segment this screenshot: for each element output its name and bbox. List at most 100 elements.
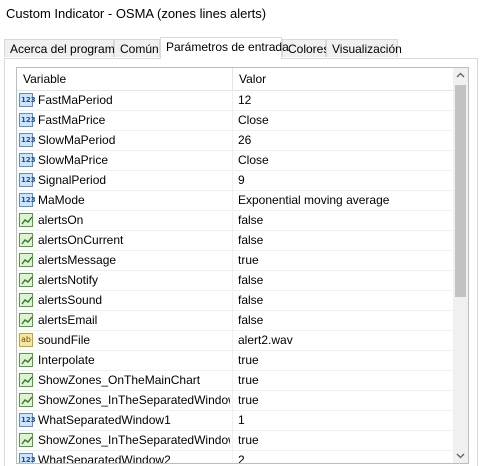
icon-glyph: 123	[21, 96, 36, 104]
cell-divider	[232, 331, 233, 350]
tab-visualizacion[interactable]: Visualización	[326, 39, 402, 57]
parameter-value[interactable]: false	[238, 311, 263, 330]
parameter-row[interactable]: alertsEmail false	[17, 311, 454, 331]
parameter-value[interactable]: true	[238, 251, 259, 270]
parameter-name: alertsOn	[38, 213, 84, 227]
parameter-row[interactable]: Interpolate true	[17, 351, 454, 371]
parameter-row[interactable]: 123 SignalPeriod 9	[17, 171, 454, 191]
number-param-icon: 123	[19, 453, 36, 464]
scrollbar-thumb[interactable]	[455, 85, 466, 297]
cell-divider	[232, 291, 233, 310]
cell-divider	[232, 311, 233, 330]
parameter-value[interactable]: false	[238, 271, 263, 290]
parameter-row[interactable]: alertsSound false	[17, 291, 454, 311]
tab-parametros[interactable]: Parámetros de entrada	[160, 37, 289, 59]
scroll-up-arrow-icon[interactable]	[453, 68, 468, 83]
icon-glyph: 123	[21, 416, 36, 424]
parameter-row[interactable]: alertsMessage true	[17, 251, 454, 271]
tab-comun[interactable]: Común	[114, 39, 160, 57]
parameter-name: SlowMaPeriod	[38, 133, 116, 147]
parameter-row[interactable]: 123 SlowMaPeriod 26	[17, 131, 454, 151]
bool-param-icon	[19, 273, 33, 287]
cell-divider	[232, 411, 233, 430]
bool-param-icon	[19, 233, 33, 247]
parameter-value[interactable]: true	[238, 391, 259, 410]
parameter-value[interactable]: alert2.wav	[238, 331, 293, 350]
parameter-name: SlowMaPrice	[38, 153, 109, 167]
number-param-icon: 123	[19, 173, 36, 187]
icon-glyph: 123	[21, 116, 36, 124]
icon-glyph: 123	[21, 136, 36, 144]
parameter-name: SignalPeriod	[38, 173, 107, 187]
parameter-row[interactable]: 123 SlowMaPrice Close	[17, 151, 454, 171]
number-param-icon: 123	[19, 153, 36, 167]
cell-divider	[232, 431, 233, 450]
cell-divider	[232, 251, 233, 270]
parameter-name: alertsNotify	[38, 273, 99, 287]
parameter-name: Interpolate	[38, 353, 95, 367]
cell-divider	[232, 231, 233, 250]
parameter-row[interactable]: ShowZones_OnTheMainChart true	[17, 371, 454, 391]
bool-param-icon	[19, 433, 33, 447]
number-param-icon: 123	[19, 193, 36, 207]
parameter-name: ShowZones_InTheSeparatedWindow1	[38, 393, 230, 407]
parameter-name: FastMaPrice	[38, 113, 106, 127]
scroll-down-arrow-icon[interactable]	[453, 448, 468, 463]
cell-divider	[232, 111, 233, 130]
parameter-name: alertsMessage	[38, 253, 117, 267]
icon-glyph: ab	[21, 335, 31, 344]
bool-param-icon	[19, 353, 33, 367]
parameter-row[interactable]: 123 MaMode Exponential moving average	[17, 191, 454, 211]
parameter-name: soundFile	[38, 333, 91, 347]
parameter-value[interactable]: Close	[238, 111, 269, 130]
parameter-name: alertsEmail	[38, 313, 98, 327]
number-param-icon: 123	[19, 413, 36, 427]
parameter-name: alertsSound	[38, 293, 103, 307]
parameter-value[interactable]: true	[238, 371, 259, 390]
parameter-row[interactable]: 123 FastMaPrice Close	[17, 111, 454, 131]
parameter-value[interactable]: Close	[238, 151, 269, 170]
parameter-value[interactable]: 12	[238, 91, 251, 110]
parameter-value[interactable]: 26	[238, 131, 251, 150]
cell-divider	[232, 91, 233, 110]
icon-glyph: 123	[21, 456, 36, 464]
parameter-value[interactable]: 1	[238, 411, 245, 430]
parameter-row[interactable]: alertsNotify false	[17, 271, 454, 291]
parameter-row[interactable]: 123 FastMaPeriod 12	[17, 91, 454, 111]
parameter-value[interactable]: false	[238, 231, 263, 250]
number-param-icon: 123	[19, 113, 36, 127]
cell-divider	[232, 191, 233, 210]
parameter-row[interactable]: 123 WhatSeparatedWindow1 1	[17, 411, 454, 431]
bool-param-icon	[19, 393, 33, 407]
tab-acerca[interactable]: Acerca del programa	[4, 39, 121, 57]
parameter-row[interactable]: ShowZones_InTheSeparatedWindow2 true	[17, 431, 454, 451]
column-header-value[interactable]: Valor	[233, 68, 454, 90]
parameter-value[interactable]: 2	[238, 451, 245, 463]
parameter-value[interactable]: false	[238, 211, 263, 230]
parameter-value[interactable]: 9	[238, 171, 245, 190]
parameter-row[interactable]: alertsOn false	[17, 211, 454, 231]
parameter-value[interactable]: true	[238, 431, 259, 450]
parameter-value[interactable]: Exponential moving average	[238, 191, 389, 210]
parameter-value[interactable]: false	[238, 291, 263, 310]
number-param-icon: 123	[19, 93, 36, 107]
parameter-row[interactable]: 123 WhatSeparatedWindow2 2	[17, 451, 454, 464]
string-param-icon: ab	[19, 333, 33, 347]
tab-bar: Acerca del programa Común Parámetros de …	[4, 37, 478, 59]
cell-divider	[232, 131, 233, 150]
cell-divider	[232, 371, 233, 390]
icon-glyph: 123	[21, 156, 36, 164]
column-header-variable[interactable]: Variable	[17, 68, 232, 90]
cell-divider	[232, 211, 233, 230]
vertical-scrollbar[interactable]	[453, 68, 468, 463]
cell-divider	[232, 351, 233, 370]
bool-param-icon	[19, 293, 33, 307]
parameter-name: ShowZones_OnTheMainChart	[38, 373, 201, 387]
parameter-row[interactable]: ShowZones_InTheSeparatedWindow1 true	[17, 391, 454, 411]
window-title: Custom Indicator - OSMA (zones lines ale…	[6, 6, 267, 21]
parameter-value[interactable]: true	[238, 351, 259, 370]
cell-divider	[232, 151, 233, 170]
parameter-row[interactable]: alertsOnCurrent false	[17, 231, 454, 251]
cell-divider	[232, 391, 233, 410]
parameter-row[interactable]: ab soundFile alert2.wav	[17, 331, 454, 351]
